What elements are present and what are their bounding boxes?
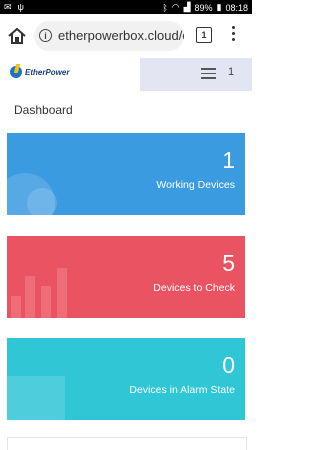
alarm-devices-card[interactable]: 0 Devices in Alarm State [7,338,245,420]
home-icon[interactable] [6,26,28,46]
card-label: Working Devices [156,179,235,191]
wifi-icon: ◠ [171,2,180,12]
battery-icon: ▮ [216,2,222,12]
brand-logo[interactable]: EtherPower [10,66,69,78]
tab-switcher-button[interactable]: 1 [196,27,212,43]
next-panel [7,437,247,450]
signal-icon: ▟ [183,2,191,12]
working-devices-card[interactable]: 1 Working Devices [7,133,245,215]
page-title: Dashboard [14,103,73,117]
card-label: Devices in Alarm State [129,384,235,396]
card-value: 0 [222,352,235,378]
info-icon[interactable]: i [39,29,52,42]
bluetooth-icon: ᛒ [162,2,168,13]
more-options-icon[interactable] [232,26,236,44]
mail-icon: ✉ [4,2,12,12]
url-text: etherpowerbox.cloud/d [58,28,184,43]
usb-icon: ψ [17,2,24,12]
header-count[interactable]: 1 [228,66,234,78]
menu-icon[interactable] [201,68,216,82]
battery-level: 89% [194,2,213,13]
card-value: 1 [222,147,235,173]
card-value: 5 [222,250,235,276]
devices-to-check-card[interactable]: 5 Devices to Check [7,236,245,318]
logo-icon [10,66,22,78]
card-label: Devices to Check [153,282,235,294]
brand-name: EtherPower [25,67,70,77]
app-header: EtherPower 1 [0,58,252,91]
clock: 08:18 [225,2,248,13]
address-bar[interactable]: i etherpowerbox.cloud/d [34,21,184,51]
browser-toolbar: i etherpowerbox.cloud/d 1 [0,14,252,59]
status-bar: ✉ ψ ᛒ ◠ ▟ 89% ▮ 08:18 [0,0,252,14]
